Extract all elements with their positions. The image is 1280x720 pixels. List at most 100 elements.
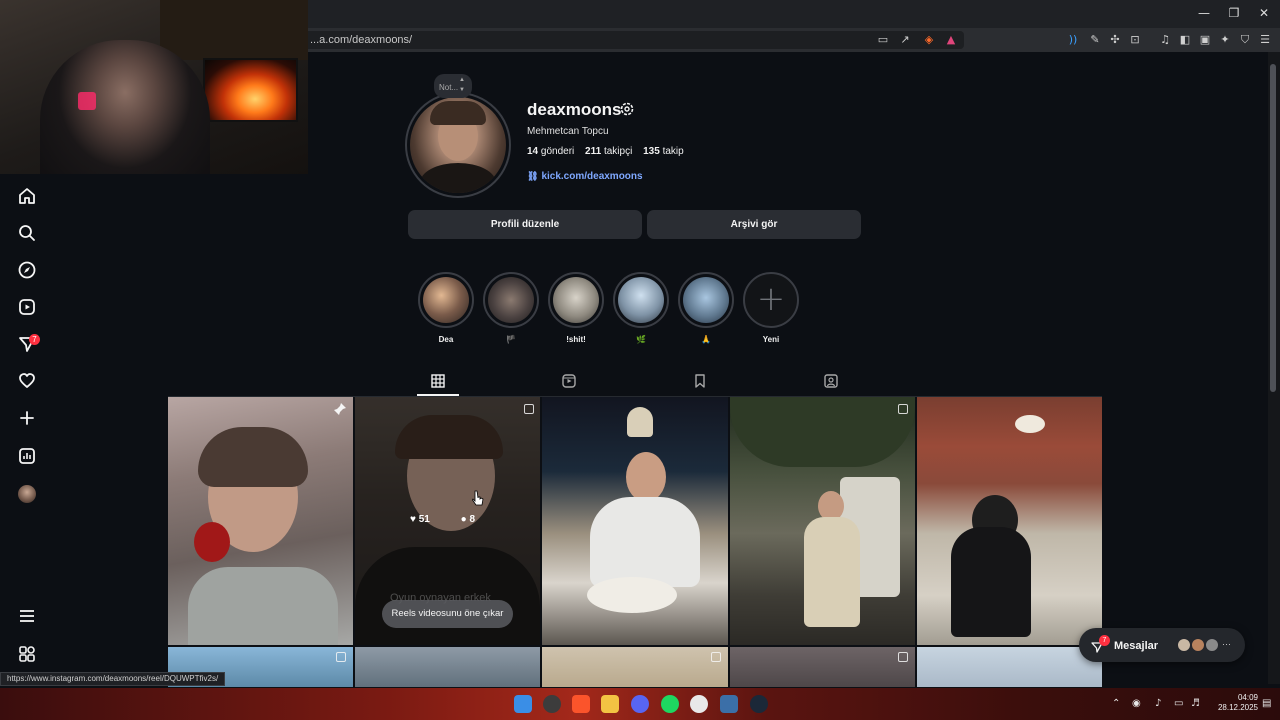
profile-note-text: Not... [439, 83, 459, 92]
also-from-meta-icon[interactable] [17, 644, 37, 664]
wallet-icon[interactable]: ▣ [1198, 33, 1212, 47]
scrollbar-thumb[interactable] [1270, 64, 1276, 392]
more-menu-icon[interactable] [17, 606, 37, 626]
webcam-poster [160, 0, 308, 60]
highlight-label: 🌿 [636, 335, 646, 344]
plus-icon: + [743, 272, 799, 328]
nav-profile-avatar[interactable] [18, 485, 36, 503]
windows-start-icon[interactable] [514, 695, 532, 713]
post-tile[interactable] [542, 647, 728, 687]
profile-note[interactable]: Not... ▲ ▼ [434, 74, 472, 98]
leo-icon[interactable]: ✦ [1218, 33, 1232, 47]
link-icon: ⛓ [527, 172, 539, 182]
taskbar-clock[interactable]: 04:09 28.12.2025 [1206, 693, 1258, 713]
home-icon[interactable] [17, 186, 37, 206]
highlight-label: Dea [438, 335, 454, 344]
brave-icon[interactable] [572, 695, 590, 713]
share-icon[interactable]: ↗ [898, 33, 912, 47]
view-archive-button[interactable]: Arşivi gör [647, 210, 861, 239]
status-url: https://www.instagram.com/deaxmoons/reel… [0, 672, 226, 686]
profile-picture[interactable] [410, 97, 506, 193]
tab-saved-icon[interactable] [692, 373, 708, 389]
profile-external-link[interactable]: ⛓ kick.com/deaxmoons [527, 171, 643, 182]
steam-icon[interactable] [750, 695, 768, 713]
restore-icon[interactable]: ❐ [1224, 6, 1244, 20]
app-icon[interactable] [543, 695, 561, 713]
note-down-icon: ▼ [459, 87, 465, 93]
highlight-label: 🙏 [701, 335, 711, 344]
likes-stat: ♥ 51 [410, 514, 430, 525]
discord-icon[interactable] [631, 695, 649, 713]
create-icon[interactable] [17, 408, 37, 428]
highlight-item[interactable]: Dea [418, 272, 474, 344]
clock-time: 04:09 [1237, 693, 1258, 702]
profile-username: deaxmoons [527, 100, 622, 119]
network-icon[interactable]: ▭ [1174, 698, 1183, 709]
close-icon[interactable]: ✕ [1254, 6, 1274, 20]
highlight-item[interactable]: 🌿 [613, 272, 669, 344]
new-highlight-button[interactable]: + Yeni [743, 272, 799, 344]
post-tile[interactable] [730, 647, 915, 687]
webcam-overlay [0, 0, 308, 174]
post-tile[interactable] [730, 397, 915, 645]
rewards-icon[interactable]: ▲ [944, 33, 958, 47]
pinned-icon [333, 402, 347, 416]
carousel-indicator-icon [898, 652, 908, 662]
menu-icon[interactable]: ☰ [1258, 33, 1272, 47]
reels-icon[interactable] [17, 297, 37, 317]
active-tab-indicator [417, 394, 459, 396]
edit-profile-button[interactable]: Profili düzenle [408, 210, 642, 239]
puzzle-icon[interactable]: ✣ [1108, 33, 1122, 47]
vpn-icon[interactable]: ⛉ [1238, 33, 1252, 47]
highlight-item[interactable]: 🏴 [483, 272, 539, 344]
more-icon: ··· [1222, 639, 1231, 649]
highlight-item[interactable]: 🙏 [678, 272, 734, 344]
sidebar-icon[interactable]: ◧ [1178, 33, 1192, 47]
profile-stats: 14 gönderi 211 takipçi 135 takip [527, 146, 692, 157]
posts-stat[interactable]: 14 gönderi [527, 146, 574, 157]
file-explorer-icon[interactable] [601, 695, 619, 713]
profile-full-name: Mehmetcan Topcu [527, 126, 609, 137]
cast-icon[interactable]: ▭ [876, 33, 890, 47]
minimize-icon[interactable]: — [1194, 6, 1214, 20]
insights-icon[interactable] [17, 446, 37, 466]
explore-icon[interactable] [17, 260, 37, 280]
extension-icon[interactable]: ✎ [1088, 33, 1102, 47]
post-tile[interactable] [542, 397, 728, 645]
webcam-fireplace-screen [203, 58, 298, 122]
tab-tagged-icon[interactable] [823, 373, 839, 389]
music-icon[interactable]: ♫ [1158, 33, 1172, 47]
post-tile[interactable] [917, 647, 1102, 687]
message-avatar [1191, 638, 1205, 652]
tray-steam-icon[interactable]: ◉ [1132, 698, 1141, 709]
post-tile[interactable] [168, 397, 353, 645]
tab-reels-icon[interactable] [561, 373, 577, 389]
spotify-icon[interactable] [661, 695, 679, 713]
search-icon[interactable] [17, 223, 37, 243]
highlight-item[interactable]: !shit! [548, 272, 604, 344]
screenshot-icon[interactable]: ⊡ [1128, 33, 1142, 47]
window-app-icon[interactable] [720, 695, 738, 713]
address-bar-text: ...a.com/deaxmoons/ [310, 34, 413, 46]
microphone-icon[interactable]: ♪ [1155, 698, 1161, 709]
audio-icon[interactable]: )) [1066, 33, 1080, 47]
notification-center-icon[interactable]: ▤ [1262, 698, 1271, 709]
post-tile[interactable] [355, 647, 540, 687]
reel-indicator-icon [524, 404, 534, 414]
comments-stat: ● 8 [460, 514, 476, 525]
tab-posts-grid-icon[interactable] [430, 373, 446, 389]
settings-gear-icon[interactable] [619, 101, 635, 117]
webcam-person [40, 40, 210, 174]
obs-icon[interactable] [690, 695, 708, 713]
post-hover-stats: ♥ 51 ● 8 [410, 514, 503, 525]
post-tile[interactable] [917, 397, 1102, 645]
volume-icon[interactable]: ♬ [1191, 698, 1200, 709]
tray-chevron-icon[interactable]: ⌃ [1112, 698, 1120, 709]
feature-reel-button[interactable]: Reels videosunu öne çıkar [382, 600, 513, 628]
following-stat[interactable]: 135 takip [643, 146, 684, 157]
clock-date: 28.12.2025 [1217, 703, 1258, 712]
followers-stat[interactable]: 211 takipçi [585, 146, 632, 157]
carousel-indicator-icon [711, 652, 721, 662]
heart-icon[interactable] [17, 371, 37, 391]
brave-shield-icon[interactable]: ◈ [922, 33, 936, 47]
